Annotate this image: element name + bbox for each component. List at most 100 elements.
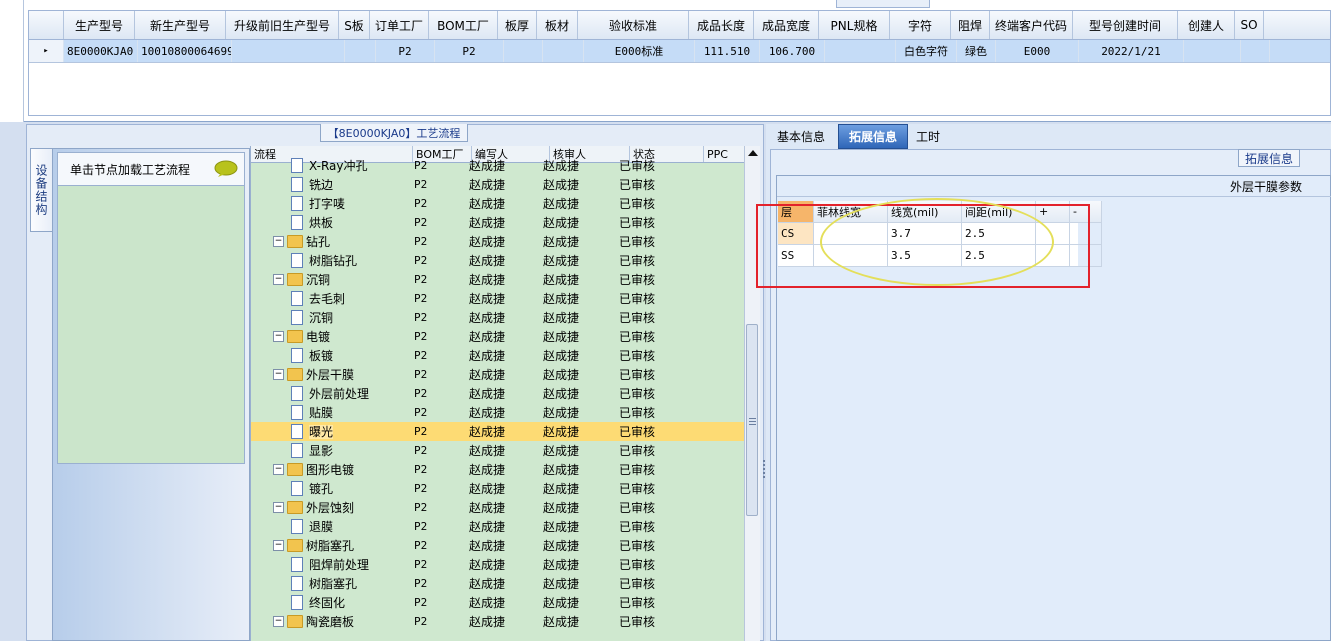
grid-column-header[interactable]: PNL规格 <box>819 11 890 39</box>
tree-node[interactable]: 去毛刺 P2 赵成捷 赵成捷 已审核 <box>251 289 744 308</box>
tree-node[interactable]: 打字唛 P2 赵成捷 赵成捷 已审核 <box>251 194 744 213</box>
collapse-icon[interactable]: − <box>273 236 284 247</box>
tree-cell-status: 已审核 <box>619 216 656 230</box>
tree-cell-writer: 赵成捷 <box>469 368 506 382</box>
tree-cell-checker: 赵成捷 <box>543 235 580 249</box>
collapse-icon[interactable]: − <box>273 540 284 551</box>
tree-node[interactable]: − 外层蚀刻 P2 赵成捷 赵成捷 已审核 <box>251 498 744 517</box>
tree-node[interactable]: X-Ray冲孔 P2 赵成捷 赵成捷 已审核 <box>251 156 744 175</box>
grid-column-header[interactable]: SO <box>1235 11 1264 39</box>
document-icon <box>291 557 303 572</box>
tree-node-label: 板镀 <box>309 349 334 363</box>
tab-work-hours[interactable]: 工时 <box>910 124 946 149</box>
tree-cell-checker: 赵成捷 <box>543 159 580 173</box>
tree-node[interactable]: 显影 P2 赵成捷 赵成捷 已审核 <box>251 441 744 460</box>
tree-cell-bom: P2 <box>414 235 428 248</box>
grid-column-header[interactable]: 型号创建时间 <box>1073 11 1178 39</box>
tree-cell-bom: P2 <box>414 539 428 552</box>
device-structure-tab[interactable]: 设备结构 <box>30 148 52 232</box>
tree-node[interactable]: − 陶瓷磨板 P2 赵成捷 赵成捷 已审核 <box>251 612 744 631</box>
grid-row[interactable]: ▸ 8E0000KJA0 10010800064699 P2 P2 E000标准 111.5… <box>29 40 1330 63</box>
tree-cell-writer: 赵成捷 <box>469 558 506 572</box>
tree-node[interactable]: 退膜 P2 赵成捷 赵成捷 已审核 <box>251 517 744 536</box>
tree-cell-checker: 赵成捷 <box>543 273 580 287</box>
splitter-tab[interactable] <box>836 0 930 8</box>
tree-cell-writer: 赵成捷 <box>469 311 506 325</box>
tree-cell-status: 已审核 <box>619 368 656 382</box>
tree-node[interactable]: 板镀 P2 赵成捷 赵成捷 已审核 <box>251 346 744 365</box>
tree-cell-bom: P2 <box>414 501 428 514</box>
grid-column-header[interactable]: 创建人 <box>1178 11 1235 39</box>
tree-cell-checker: 赵成捷 <box>543 330 580 344</box>
document-icon <box>291 196 303 211</box>
tree-cell-writer: 赵成捷 <box>469 482 506 496</box>
collapse-icon[interactable]: − <box>273 464 284 475</box>
tree-node[interactable]: 铣边 P2 赵成捷 赵成捷 已审核 <box>251 175 744 194</box>
tree-node[interactable]: 沉铜 P2 赵成捷 赵成捷 已审核 <box>251 308 744 327</box>
tree-cell-writer: 赵成捷 <box>469 577 506 591</box>
collapse-icon[interactable]: − <box>273 616 284 627</box>
grid-column-header[interactable]: 成品长度 <box>689 11 754 39</box>
collapse-icon[interactable]: − <box>273 274 284 285</box>
tree-node[interactable]: 镀孔 P2 赵成捷 赵成捷 已审核 <box>251 479 744 498</box>
device-tree-area[interactable] <box>57 186 245 464</box>
tree-cell-bom: P2 <box>414 577 428 590</box>
grid-cell: P2 <box>435 40 504 62</box>
tree-node[interactable]: 树脂钻孔 P2 赵成捷 赵成捷 已审核 <box>251 251 744 270</box>
grid-cell <box>1184 40 1241 62</box>
tree-node[interactable]: − 图形电镀 P2 赵成捷 赵成捷 已审核 <box>251 460 744 479</box>
grid-column-header[interactable]: 板材 <box>537 11 578 39</box>
tree-node[interactable]: 终固化 P2 赵成捷 赵成捷 已审核 <box>251 593 744 612</box>
tree-node-label: 钻孔 <box>306 235 331 249</box>
grid-cell <box>232 40 345 62</box>
tree-node[interactable]: − 树脂塞孔 P2 赵成捷 赵成捷 已审核 <box>251 536 744 555</box>
grid-column-header[interactable]: 阻焊 <box>951 11 990 39</box>
grid-column-header[interactable] <box>29 11 64 39</box>
collapse-icon[interactable]: − <box>273 369 284 380</box>
tree-node[interactable]: − 电镀 P2 赵成捷 赵成捷 已审核 <box>251 327 744 346</box>
tab-extended-info[interactable]: 拓展信息 <box>838 124 908 149</box>
grid-column-header[interactable]: 新生产型号 <box>135 11 226 39</box>
grid-column-header[interactable]: S板 <box>339 11 370 39</box>
tree-cell-writer: 赵成捷 <box>469 406 506 420</box>
grid-column-header[interactable]: 板厚 <box>498 11 537 39</box>
tree-node[interactable]: 贴膜 P2 赵成捷 赵成捷 已审核 <box>251 403 744 422</box>
tree-node[interactable]: − 钻孔 P2 赵成捷 赵成捷 已审核 <box>251 232 744 251</box>
grid-column-header[interactable]: 升级前旧生产型号 <box>226 11 339 39</box>
collapse-icon[interactable]: − <box>273 502 284 513</box>
tree-cell-checker: 赵成捷 <box>543 178 580 192</box>
tree-node[interactable]: 阻焊前处理 P2 赵成捷 赵成捷 已审核 <box>251 555 744 574</box>
tree-cell-status: 已审核 <box>619 178 656 192</box>
tree-cell-checker: 赵成捷 <box>543 463 580 477</box>
tree-node[interactable]: − 外层干膜 P2 赵成捷 赵成捷 已审核 <box>251 365 744 384</box>
collapse-icon[interactable]: − <box>273 331 284 342</box>
tab-basic-info[interactable]: 基本信息 <box>768 124 834 149</box>
tree-node[interactable]: 树脂塞孔 P2 赵成捷 赵成捷 已审核 <box>251 574 744 593</box>
tree-scroll-thumb[interactable] <box>746 324 758 516</box>
grid-column-header[interactable]: 验收标准 <box>578 11 689 39</box>
tree-cell-checker: 赵成捷 <box>543 425 580 439</box>
grid-column-header[interactable]: 生产型号 <box>64 11 135 39</box>
tree-node-label: 图形电镀 <box>306 463 355 477</box>
tree-cell-checker: 赵成捷 <box>543 482 580 496</box>
scroll-up-icon[interactable] <box>748 150 758 156</box>
tree-node[interactable]: − 沉铜 P2 赵成捷 赵成捷 已审核 <box>251 270 744 289</box>
vertical-splitter[interactable] <box>762 430 766 520</box>
tree-cell-status: 已审核 <box>619 387 656 401</box>
grid-cell <box>1241 40 1270 62</box>
grid-column-header[interactable]: 成品宽度 <box>754 11 819 39</box>
model-grid: 生产型号 新生产型号 升级前旧生产型号 S板 订单工厂 BOM工厂 板厚 板材 验收标准 成品长度… <box>28 10 1331 116</box>
grid-column-header[interactable]: 订单工厂 <box>370 11 429 39</box>
tree-cell-status: 已审核 <box>619 577 656 591</box>
grid-column-header[interactable]: BOM工厂 <box>429 11 498 39</box>
tree-node[interactable]: 烘板 P2 赵成捷 赵成捷 已审核 <box>251 213 744 232</box>
tree-cell-checker: 赵成捷 <box>543 216 580 230</box>
tree-node-label: X-Ray冲孔 <box>309 159 368 173</box>
tree-node[interactable]: 曝光 P2 赵成捷 赵成捷 已审核 <box>251 422 744 441</box>
grid-cell: E000 <box>996 40 1079 62</box>
tree-node[interactable]: 外层前处理 P2 赵成捷 赵成捷 已审核 <box>251 384 744 403</box>
grid-column-header[interactable]: 字符 <box>890 11 951 39</box>
grid-column-header[interactable]: 终端客户代码 <box>990 11 1073 39</box>
chat-bubble-icon[interactable] <box>214 160 238 178</box>
tree-node-label: 陶瓷磨板 <box>306 615 355 629</box>
